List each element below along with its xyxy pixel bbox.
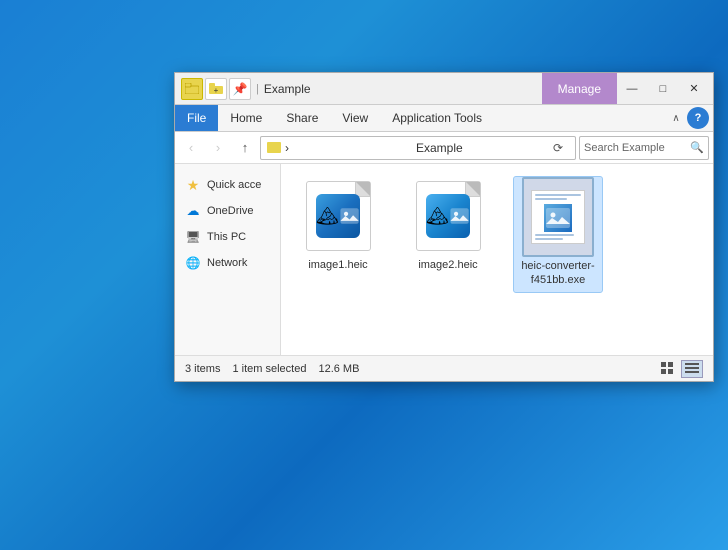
exe-blue-box <box>544 204 572 232</box>
forward-button[interactable]: › <box>206 136 230 160</box>
up-button[interactable]: ↑ <box>233 136 257 160</box>
grid-view-button[interactable] <box>657 360 679 378</box>
exe-line-2 <box>535 198 567 200</box>
search-icon: 🔍 <box>690 141 704 154</box>
help-button[interactable]: ? <box>687 107 709 129</box>
sidebar: ★ Quick acce ☁ OneDrive 🖥 This PC <box>175 164 281 355</box>
refresh-button[interactable]: ⟳ <box>547 137 569 159</box>
title-bar-controls: + 📌 | Example <box>181 78 542 100</box>
heic-thumbnail-2 <box>426 194 470 238</box>
file-icon-converter <box>522 181 594 253</box>
file-icon-image2 <box>412 180 484 252</box>
file-name-image2: image2.heic <box>418 258 477 272</box>
file-item-image2[interactable]: image2.heic <box>403 176 493 276</box>
item-count: 3 items <box>185 363 220 375</box>
new-folder-icon[interactable]: + <box>205 78 227 100</box>
search-box[interactable]: Search Example 🔍 <box>579 136 709 160</box>
list-view-button[interactable] <box>681 360 703 378</box>
pin-icon[interactable]: 📌 <box>229 78 251 100</box>
address-text: › <box>285 141 412 155</box>
menu-view[interactable]: View <box>330 105 380 131</box>
address-folder-icon <box>267 142 281 153</box>
heic-thumbnail-1 <box>316 194 360 238</box>
sidebar-label-this-pc: This PC <box>207 231 246 243</box>
sidebar-label-network: Network <box>207 257 247 269</box>
sidebar-item-quick-access[interactable]: ★ Quick acce <box>175 172 280 198</box>
maximize-button[interactable]: □ <box>648 79 678 99</box>
window-title: Example <box>264 82 542 96</box>
menu-home[interactable]: Home <box>218 105 274 131</box>
search-input[interactable]: Search Example <box>584 142 687 154</box>
sidebar-item-this-pc[interactable]: 🖥 This PC <box>175 224 280 250</box>
ribbon-collapse-button[interactable]: ∧ <box>665 107 687 129</box>
title-bar: + 📌 | Example Manage — □ ✕ <box>175 73 713 105</box>
file-item-converter[interactable]: heic-converter-f451bb.exe <box>513 176 603 293</box>
exe-line-3 <box>535 234 574 236</box>
menu-bar: File Home Share View Application Tools ∧ <box>175 105 713 131</box>
star-icon: ★ <box>185 177 201 193</box>
exe-line-4 <box>535 238 563 240</box>
window-buttons: — □ ✕ <box>617 79 709 99</box>
sidebar-label-quick-access: Quick acce <box>207 179 261 191</box>
minimize-button[interactable]: — <box>617 79 647 99</box>
file-name-image1: image1.heic <box>308 258 367 272</box>
menu-share[interactable]: Share <box>274 105 330 131</box>
quick-access-toolbar-icon[interactable] <box>181 78 203 100</box>
svg-text:📌: 📌 <box>233 82 247 96</box>
manage-tab[interactable]: Manage <box>542 73 617 104</box>
sidebar-item-onedrive[interactable]: ☁ OneDrive <box>175 198 280 224</box>
menu-file[interactable]: File <box>175 105 218 131</box>
status-bar: 3 items 1 item selected 12.6 MB <box>175 355 713 381</box>
address-bar[interactable]: › Example ⟳ <box>260 136 576 160</box>
main-content: ★ Quick acce ☁ OneDrive 🖥 This PC <box>175 164 713 355</box>
svg-text:+: + <box>214 86 219 94</box>
pc-icon: 🖥 <box>185 229 201 245</box>
exe-decoration <box>532 191 584 243</box>
address-path: Example <box>416 141 543 155</box>
sidebar-item-network[interactable]: 🌐 Network <box>175 250 280 276</box>
back-button[interactable]: ‹ <box>179 136 203 160</box>
file-name-converter: heic-converter-f451bb.exe <box>518 259 598 288</box>
nav-bar: ‹ › ↑ › Example ⟳ Search Example 🔍 <box>175 132 713 164</box>
close-button[interactable]: ✕ <box>679 79 709 99</box>
view-buttons <box>657 360 703 378</box>
sidebar-label-onedrive: OneDrive <box>207 205 253 217</box>
cloud-icon: ☁ <box>185 203 201 219</box>
network-icon: 🌐 <box>185 255 201 271</box>
desktop: + 📌 | Example Manage — □ ✕ <box>0 0 728 550</box>
exe-line-1 <box>535 194 581 196</box>
file-icon-image1 <box>302 180 374 252</box>
exe-file-icon <box>522 177 594 257</box>
title-separator: | <box>256 83 259 95</box>
file-size: 12.6 MB <box>318 363 359 375</box>
selection-info: 1 item selected <box>232 363 306 375</box>
file-area: image1.heic <box>281 164 713 355</box>
file-item-image1[interactable]: image1.heic <box>293 176 383 276</box>
ribbon: File Home Share View Application Tools ∧ <box>175 105 713 132</box>
explorer-window: + 📌 | Example Manage — □ ✕ <box>174 72 714 382</box>
heic-file-icon-2 <box>416 181 481 251</box>
heic-file-icon-1 <box>306 181 371 251</box>
menu-app-tools[interactable]: Application Tools <box>380 105 494 131</box>
exe-inner-content <box>531 190 585 244</box>
